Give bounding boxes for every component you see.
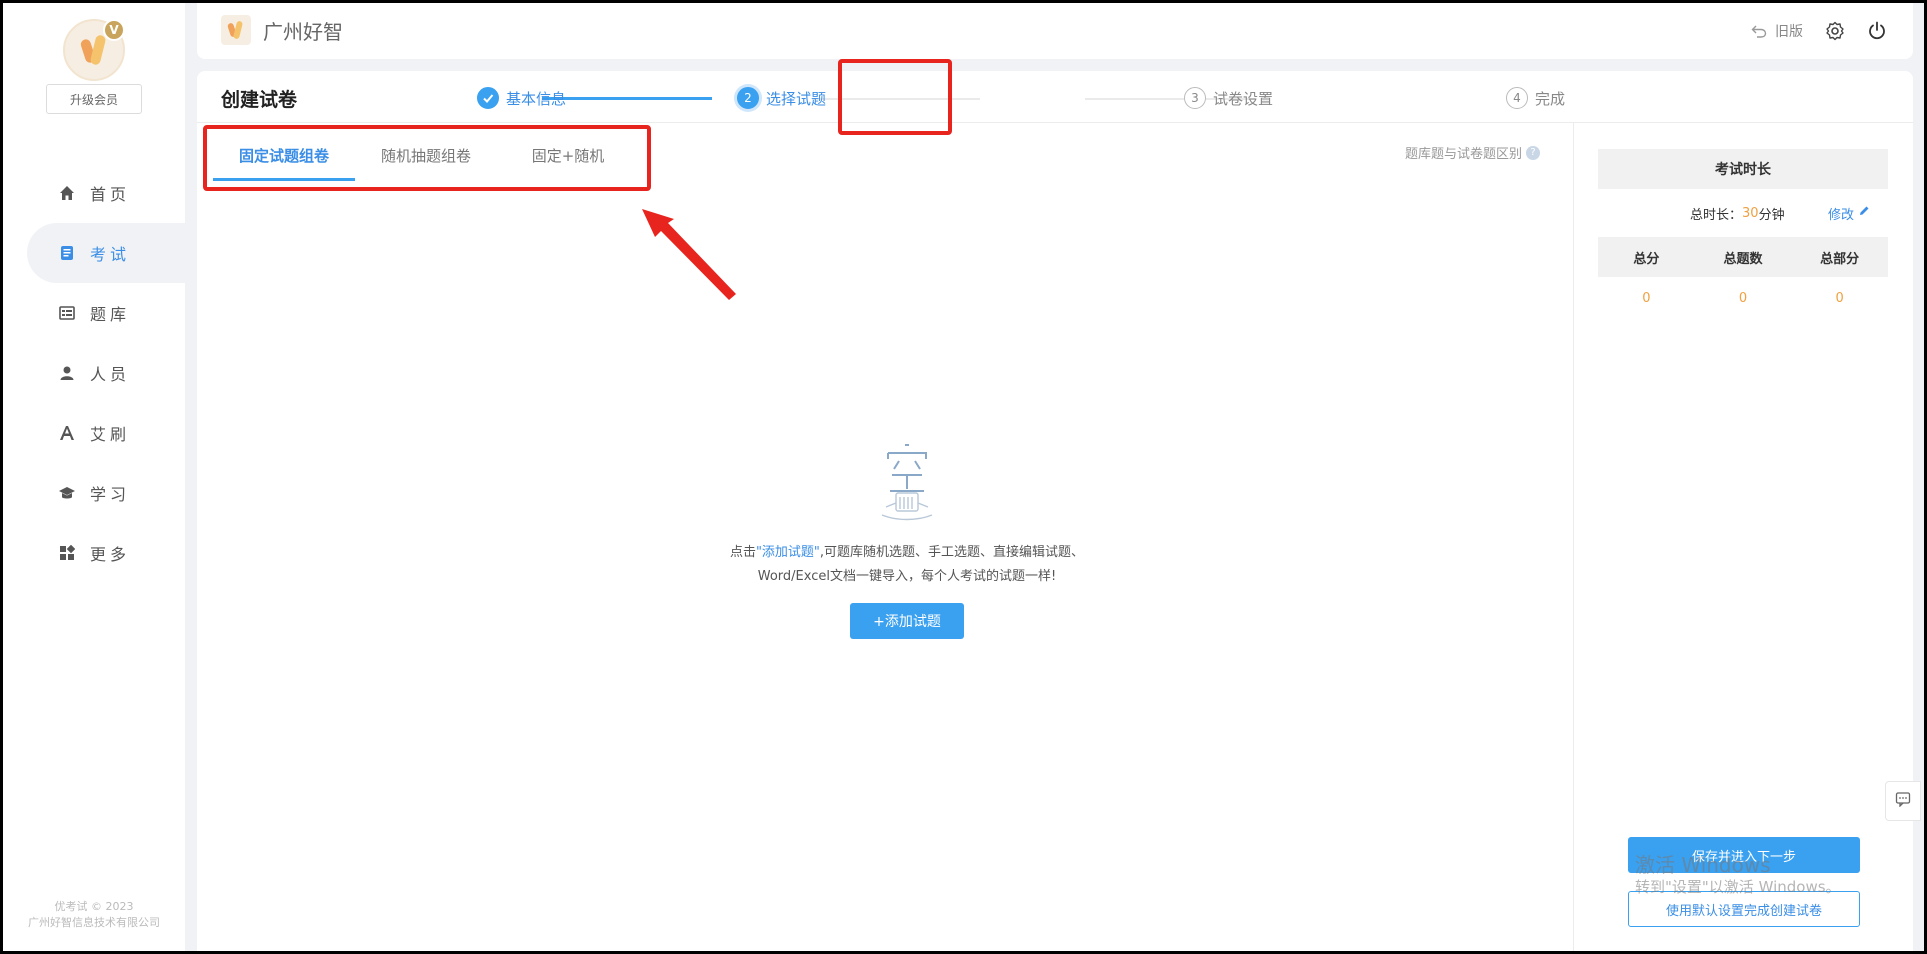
annotation-arrow-icon	[642, 209, 736, 300]
app-frame: V 升级会员 首页 考试 题库 人员 艾刷 学习 更多 优考试 © 2023 广…	[3, 3, 1924, 951]
